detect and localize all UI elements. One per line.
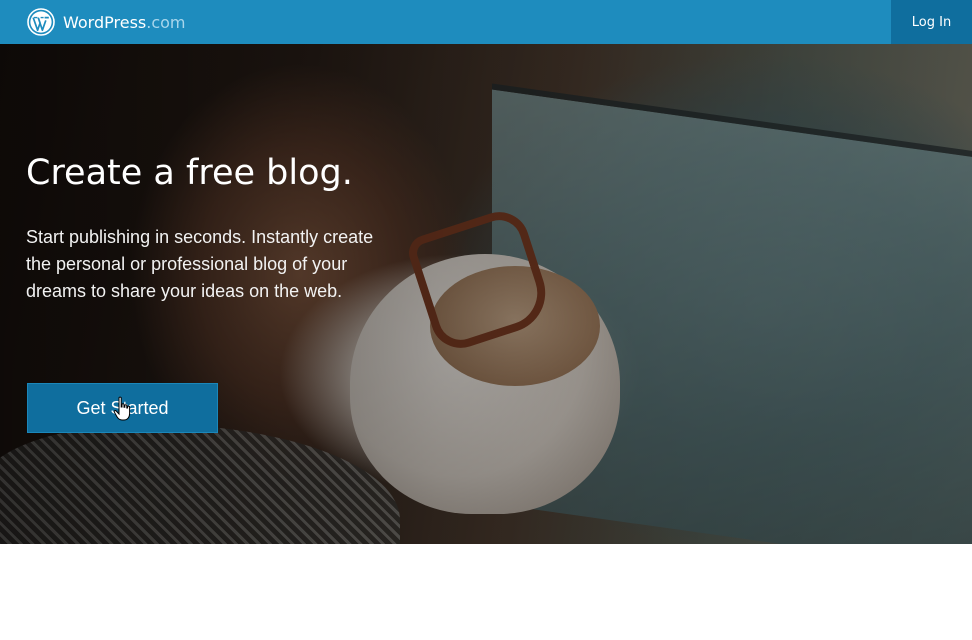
brand-name: WordPress — [63, 12, 147, 32]
hand-pointer-icon — [113, 396, 131, 421]
login-button[interactable]: Log In — [891, 0, 972, 44]
masterbar: WordPress.com Log In — [0, 0, 972, 44]
wordpress-home-link[interactable]: WordPress.com — [27, 7, 186, 37]
hero-subtext: Start publishing in seconds. Instantly c… — [26, 227, 374, 301]
hero-headline: Create a free blog. — [26, 153, 353, 193]
brand-domain: .com — [146, 12, 186, 32]
hero-banner: Create a free blog. Start publishing in … — [0, 44, 972, 544]
brand-wordmark: WordPress.com — [63, 13, 186, 32]
wordpress-logo-icon — [27, 8, 55, 36]
